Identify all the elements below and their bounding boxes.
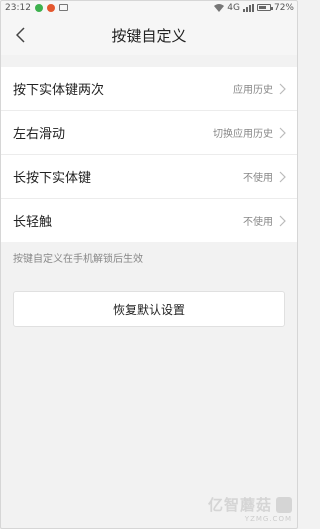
- setting-row-swipe[interactable]: 左右滑动 切换应用历史: [0, 111, 298, 155]
- back-button[interactable]: [10, 25, 30, 45]
- setting-value: 应用历史: [233, 85, 273, 96]
- page-title: 按键自定义: [111, 26, 187, 45]
- setting-label: 按下实体键两次: [13, 83, 105, 98]
- setting-label: 长轻触: [13, 215, 53, 230]
- setting-row-long-touch[interactable]: 长轻触 不使用: [0, 199, 298, 242]
- chevron-right-icon: [279, 171, 286, 182]
- signal-icon: [242, 3, 254, 12]
- wifi-icon: [214, 3, 225, 12]
- setting-label: 左右滑动: [13, 127, 66, 142]
- battery-percent: 72%: [273, 2, 294, 13]
- settings-list: 按下实体键两次 应用历史 左右滑动 切换应用历史 长按下实体键 不使用 长轻触 …: [0, 67, 298, 242]
- setting-value: 切换应用历史: [213, 129, 273, 140]
- battery-icon: [256, 4, 273, 11]
- setting-value: 不使用: [243, 217, 273, 228]
- chevron-right-icon: [279, 127, 286, 138]
- watermark: 亿智蘑菇 YZMG.COM: [208, 494, 292, 523]
- setting-value: 不使用: [243, 173, 273, 184]
- setting-label: 长按下实体键: [13, 171, 92, 186]
- wechat-icon: [34, 3, 43, 12]
- reset-defaults-button[interactable]: 恢复默认设置: [13, 291, 285, 327]
- watermark-logo-icon: [276, 496, 292, 513]
- setting-row-long-press[interactable]: 长按下实体键 不使用: [0, 155, 298, 199]
- watermark-brand-text: 亿智蘑菇: [207, 496, 272, 514]
- watermark-brand: 亿智蘑菇: [208, 494, 292, 515]
- status-bar: 23:12 4G 72%: [0, 0, 298, 15]
- weibo-icon: [46, 3, 55, 12]
- header: 按键自定义: [0, 15, 298, 55]
- message-icon: [58, 4, 68, 11]
- network-label: 4G: [227, 2, 240, 13]
- hint-text: 按键自定义在手机解锁后生效: [13, 254, 143, 265]
- watermark-url: YZMG.COM: [244, 515, 292, 523]
- setting-row-double-press[interactable]: 按下实体键两次 应用历史: [0, 67, 298, 111]
- chevron-left-icon: [15, 27, 25, 43]
- battery-fill: [258, 6, 267, 9]
- chevron-right-icon: [279, 215, 286, 226]
- chevron-right-icon: [279, 83, 286, 94]
- status-time: 23:12: [5, 2, 31, 13]
